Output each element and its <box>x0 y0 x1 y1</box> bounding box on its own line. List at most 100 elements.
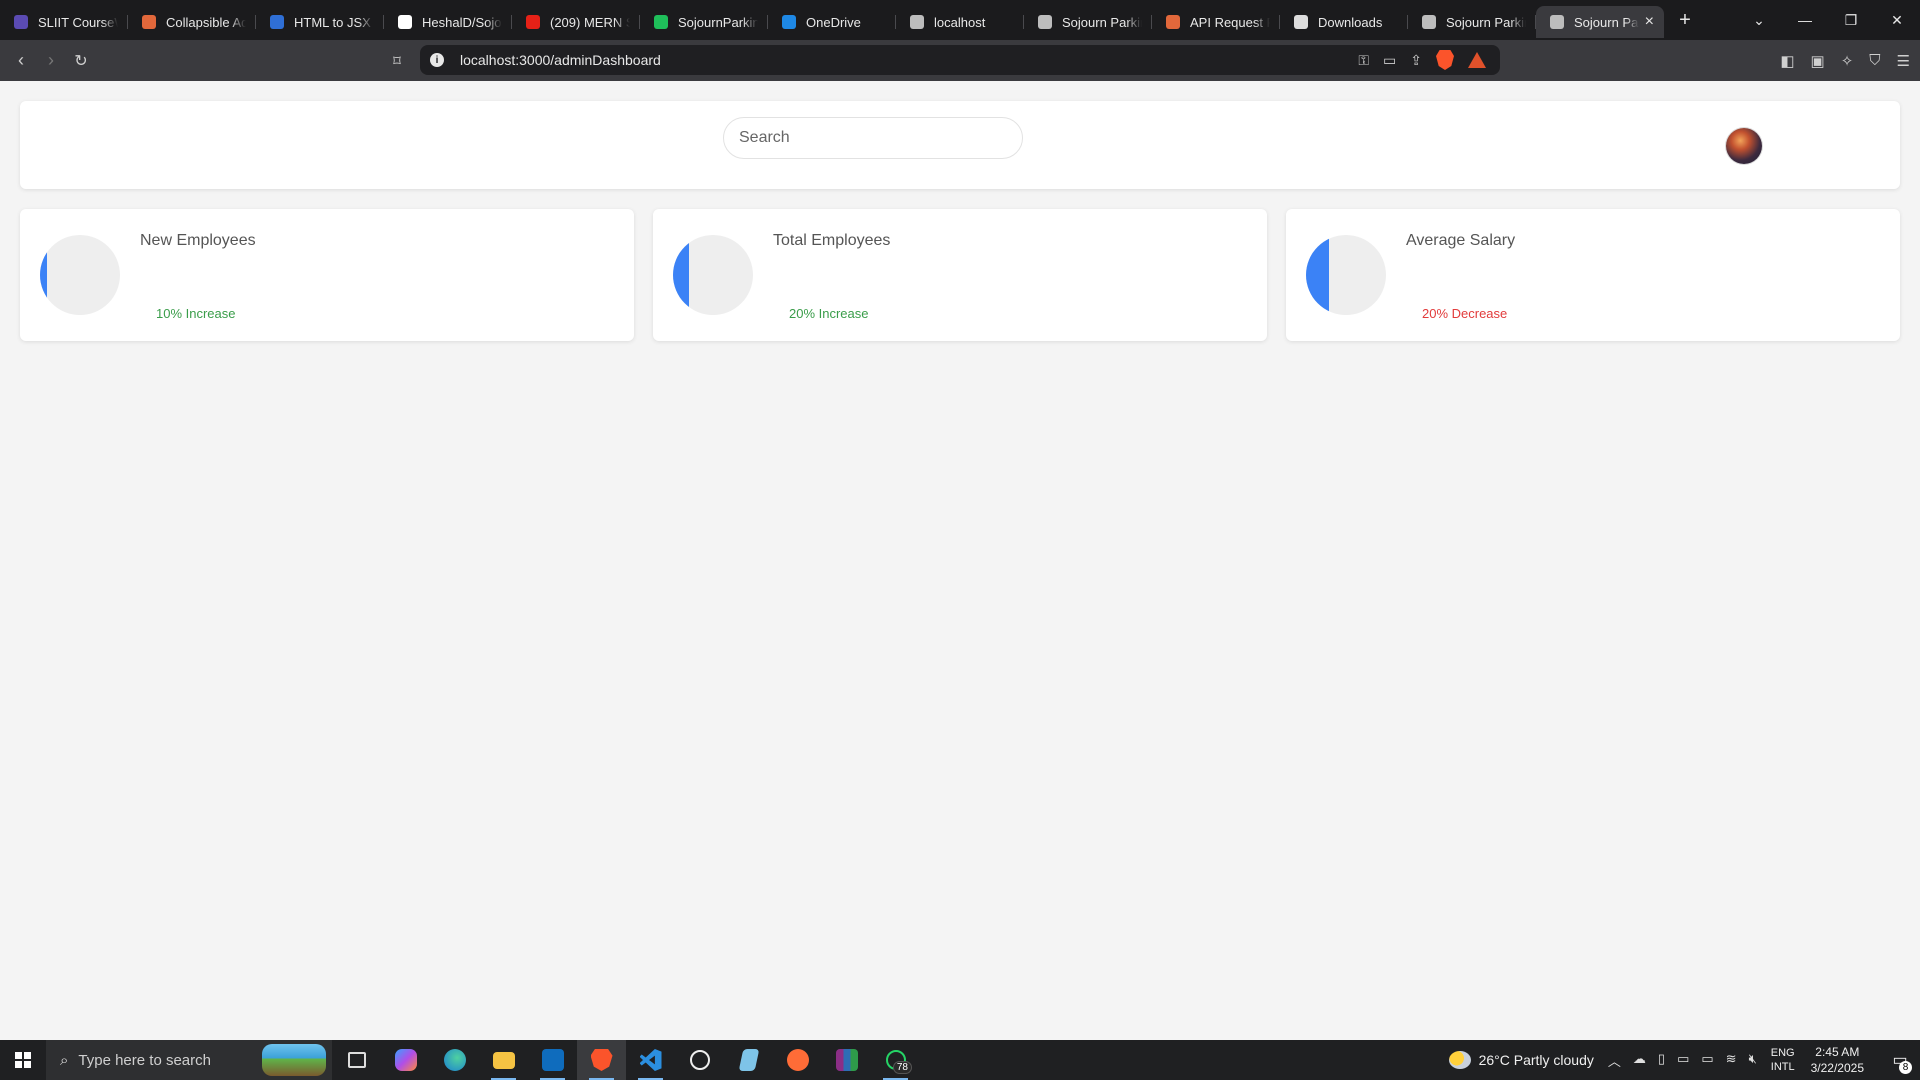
rewards-count-badge: 1 <box>1480 52 1486 58</box>
forward-arrow-icon[interactable]: › <box>36 50 66 71</box>
browser-tab[interactable]: API Request Failed <box>1152 6 1280 38</box>
menu-hamburger-icon[interactable]: ☰ <box>1897 52 1910 70</box>
tray-icons: ︿ ☁ ▯ ▭ ▭ ≋ 🔇︎ <box>1608 1051 1757 1070</box>
tab-favicon-icon <box>1166 15 1180 29</box>
copilot-icon[interactable] <box>381 1040 430 1080</box>
input-language-indicator[interactable]: ENG INTL <box>1771 1046 1795 1074</box>
browser-tab[interactable]: Sojourn Parking <box>1024 6 1152 38</box>
browser-tab[interactable]: localhost <box>896 6 1024 38</box>
browser-toolbar: ‹ › ↻ ⌑ i localhost:3000/adminDashboard … <box>0 40 1920 81</box>
search-highlight-image <box>262 1044 326 1076</box>
tab-search-chevron-icon[interactable]: ⌄ <box>1736 12 1782 29</box>
taskbar-search-placeholder: Type here to search <box>78 1051 211 1069</box>
winrar-icon[interactable] <box>822 1040 871 1080</box>
tab-favicon-icon <box>782 15 796 29</box>
bookmark-icon[interactable]: ⌑ <box>382 52 412 70</box>
notification-center-icon[interactable]: ▭ 8 <box>1880 1040 1920 1080</box>
restore-icon[interactable]: ❐ <box>1828 12 1874 29</box>
browser-tab[interactable]: (209) MERN Stack <box>512 6 640 38</box>
admin-dashboard-page: New Employees 10% Increase Total Employe… <box>0 81 1920 1040</box>
stat-card-total-employees: Total Employees 20% Increase <box>653 209 1267 341</box>
browser-tab[interactable]: OneDrive <box>768 6 896 38</box>
minimize-icon[interactable]: — <box>1782 12 1828 28</box>
tab-favicon-icon <box>270 15 284 29</box>
whatsapp-unread-badge: 78 <box>892 1061 912 1074</box>
tab-label: HeshalD/Sojourn <box>422 14 502 30</box>
reload-icon[interactable]: ↻ <box>66 51 96 71</box>
stat-card-new-employees: New Employees 10% Increase <box>20 209 634 341</box>
lang-code: ENG <box>1770 1047 1795 1059</box>
taskbar-clock[interactable]: 2:45 AM 3/22/2025 <box>1811 1044 1864 1076</box>
new-tab-button[interactable]: + <box>1668 9 1702 32</box>
tab-favicon-icon <box>526 15 540 29</box>
tab-close-icon[interactable]: × <box>1645 13 1654 31</box>
vpn-shield-icon[interactable]: ⛉ <box>1869 52 1880 69</box>
notepad-icon[interactable] <box>724 1040 773 1080</box>
brave-browser-icon[interactable] <box>577 1040 626 1080</box>
postman-icon[interactable] <box>773 1040 822 1080</box>
site-info-icon[interactable]: i <box>430 53 444 67</box>
stat-progress-arc <box>673 235 689 315</box>
taskbar-search-box[interactable]: ⌕ Type here to search <box>46 1040 332 1080</box>
outlook-icon[interactable] <box>528 1040 577 1080</box>
stat-progress-circle <box>673 235 753 315</box>
tab-favicon-icon <box>1294 15 1308 29</box>
sidebar-toggle-icon[interactable]: ◧ <box>1780 52 1794 70</box>
edge-icon[interactable] <box>430 1040 479 1080</box>
browser-tab[interactable]: HTML to JSX <box>256 6 384 38</box>
stat-progress-circle <box>40 235 120 315</box>
tab-label: Downloads <box>1318 14 1383 30</box>
dashboard-header <box>20 101 1900 189</box>
password-key-icon[interactable]: ⚿ <box>1358 52 1369 69</box>
address-bar[interactable]: i localhost:3000/adminDashboard ⚿ ▭ ⇪ 1 <box>420 45 1500 75</box>
wifi-icon[interactable]: ≋ <box>1726 1051 1737 1070</box>
file-explorer-icon[interactable] <box>479 1040 528 1080</box>
browser-tab[interactable]: SojournParking <box>640 6 768 38</box>
taskbar-pinned-apps: 78 <box>332 1040 920 1080</box>
share-icon[interactable]: ⇪ <box>1410 52 1422 69</box>
wallet-icon[interactable]: ▣ <box>1811 52 1825 70</box>
leo-ai-icon[interactable]: ✧ <box>1841 52 1854 70</box>
browser-tab[interactable]: HeshalD/Sojourn <box>384 6 512 38</box>
window-close-icon[interactable]: ✕ <box>1874 12 1920 29</box>
window-controls: ⌄ — ❐ ✕ <box>1736 0 1920 40</box>
start-button[interactable] <box>0 1040 46 1080</box>
battery-icon[interactable]: ▭ <box>1701 1051 1713 1070</box>
whatsapp-icon[interactable]: 78 <box>871 1040 920 1080</box>
weather-widget[interactable]: 26°C Partly cloudy <box>1448 1051 1594 1069</box>
browser-tab[interactable]: Sojourn Parking <box>1408 6 1536 38</box>
chatgpt-icon[interactable] <box>675 1040 724 1080</box>
tab-favicon-icon <box>910 15 924 29</box>
show-hidden-icons-chevron-icon[interactable]: ︿ <box>1608 1051 1621 1070</box>
search-input[interactable] <box>723 117 1023 159</box>
task-view-icon[interactable] <box>332 1040 381 1080</box>
volume-muted-icon[interactable]: 🔇︎ <box>1749 1051 1757 1070</box>
clock-time: 2:45 AM <box>1815 1045 1860 1059</box>
notification-count-badge: 8 <box>1899 1061 1912 1074</box>
stat-trend: 20% Decrease <box>1422 306 1508 321</box>
tab-label: HTML to JSX <box>294 14 371 30</box>
browser-tab[interactable]: SLIIT CourseWeb <box>0 6 128 38</box>
tab-label: Sojourn Parking <box>1062 14 1142 30</box>
cast-icon[interactable]: ▭ <box>1383 52 1396 69</box>
tab-label: SojournParking <box>678 14 758 30</box>
tab-label: Collapsible Admin <box>166 14 246 30</box>
stat-progress-arc <box>1306 235 1329 315</box>
address-bar-url[interactable]: localhost:3000/adminDashboard <box>460 52 661 68</box>
stat-trend: 10% Increase <box>156 306 236 321</box>
tab-label: (209) MERN Stack <box>550 14 630 30</box>
stat-title: Total Employees <box>773 232 891 249</box>
browser-tab[interactable]: Downloads <box>1280 6 1408 38</box>
back-arrow-icon[interactable]: ‹ <box>6 50 36 71</box>
brave-rewards-icon[interactable]: 1 <box>1468 52 1486 68</box>
onedrive-tray-icon[interactable]: ☁ <box>1633 1051 1646 1070</box>
vscode-icon[interactable] <box>626 1040 675 1080</box>
display-icon[interactable]: ▭ <box>1677 1051 1689 1070</box>
meet-now-icon[interactable]: ▯ <box>1658 1051 1665 1070</box>
brave-shields-icon[interactable] <box>1436 50 1454 70</box>
user-avatar[interactable] <box>1726 128 1762 164</box>
browser-tab[interactable]: Sojourn Parking × <box>1536 6 1664 38</box>
windows-logo-icon <box>15 1052 31 1068</box>
browser-tab[interactable]: Collapsible Admin <box>128 6 256 38</box>
tab-favicon-icon <box>1422 15 1436 29</box>
